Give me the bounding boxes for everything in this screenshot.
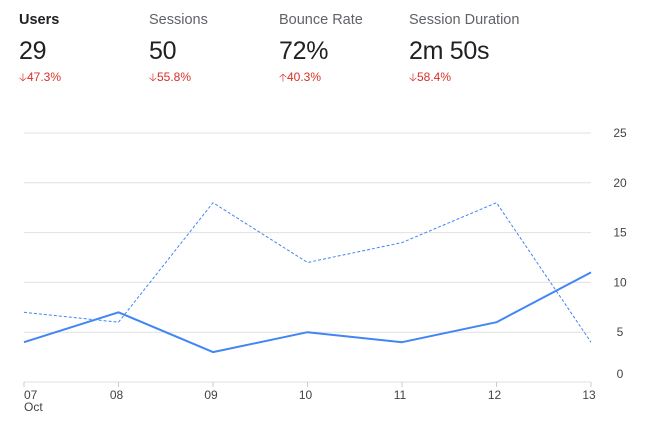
y-tick-label: 5 — [617, 325, 624, 339]
x-tick-label: 08 — [110, 388, 124, 402]
x-tick-label: 11 — [394, 388, 407, 402]
y-tick-label: 0 — [617, 367, 624, 381]
series-line-solid — [23, 271, 592, 354]
x-sublabel: Oct — [24, 400, 43, 414]
x-tick-label: 09 — [204, 388, 218, 402]
y-tick-label: 10 — [613, 275, 627, 289]
y-tick-label: 25 — [613, 126, 627, 140]
x-tick-label: 13 — [582, 388, 596, 402]
series-line-dashed — [23, 202, 592, 343]
y-tick-label: 20 — [613, 176, 627, 190]
x-tick-label: 10 — [299, 388, 313, 402]
x-tick-label: 12 — [488, 388, 502, 402]
line-chart: 051015202507 08 09 10 11 12 13Oct — [23, 126, 627, 414]
y-tick-label: 15 — [613, 226, 627, 240]
